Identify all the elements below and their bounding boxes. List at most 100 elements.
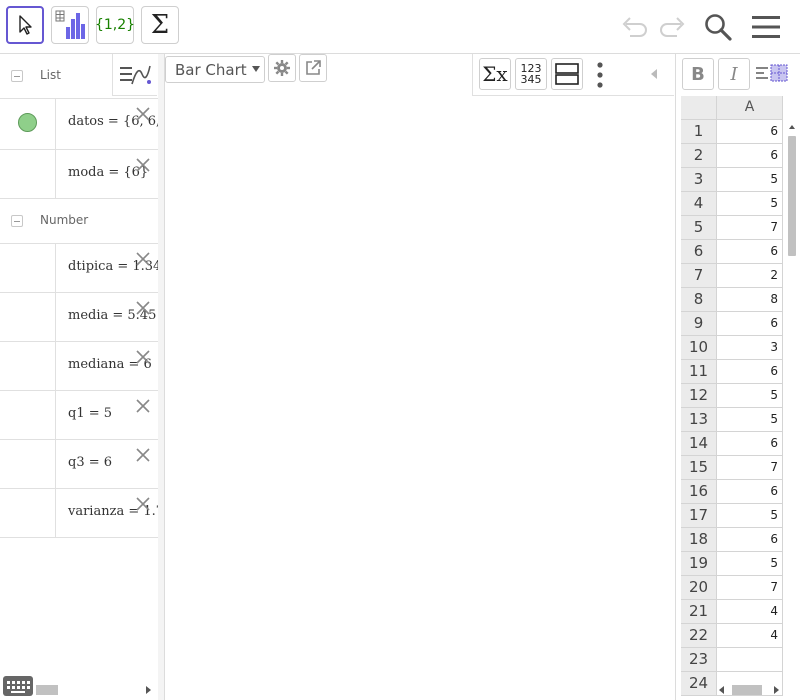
more-options-button[interactable] xyxy=(593,60,607,90)
scroll-thumb[interactable] xyxy=(788,136,796,256)
row-header[interactable]: 5 xyxy=(681,216,716,240)
spreadsheet-cell[interactable]: 6 xyxy=(716,528,783,552)
chart-type-dropdown[interactable]: Bar Chart xyxy=(165,56,265,83)
row-header[interactable]: 4 xyxy=(681,192,716,216)
spreadsheet-cell[interactable]: 6 xyxy=(716,360,783,384)
row-header[interactable]: 3 xyxy=(681,168,716,192)
algebra-row-varianza[interactable]: varianza = 1.79 xyxy=(0,489,158,538)
algebra-expression[interactable]: q3 = 6 xyxy=(68,455,112,470)
group-header-list: List xyxy=(0,54,158,99)
spreadsheet-cell[interactable]: 6 xyxy=(716,240,783,264)
spreadsheet-cell[interactable]: 5 xyxy=(716,504,783,528)
visibility-dot-icon[interactable] xyxy=(18,113,37,132)
alignment-button[interactable] xyxy=(754,60,794,90)
keyboard-icon xyxy=(7,681,30,693)
algebra-row-mediana[interactable]: mediana = 6 xyxy=(0,342,158,391)
list-tool-button[interactable]: {1,2} xyxy=(95,6,135,44)
spreadsheet-cell[interactable]: 7 xyxy=(716,576,783,600)
panel-divider[interactable] xyxy=(158,54,165,700)
spreadsheet-cell[interactable]: 2 xyxy=(716,264,783,288)
row-header[interactable]: 12 xyxy=(681,384,716,408)
spreadsheet-cell[interactable]: 5 xyxy=(716,408,783,432)
regression-tool-button[interactable] xyxy=(51,6,89,44)
algebra-horizontal-scrollbar[interactable] xyxy=(36,684,156,696)
spreadsheet-horizontal-scrollbar[interactable] xyxy=(716,684,786,696)
spreadsheet-cell[interactable]: 6 xyxy=(716,432,783,456)
row-header[interactable]: 14 xyxy=(681,432,716,456)
spreadsheet-cell[interactable]: 7 xyxy=(716,456,783,480)
show-statistics-button[interactable]: Σx xyxy=(479,58,511,90)
export-chart-button[interactable] xyxy=(299,54,327,82)
spreadsheet-cell[interactable]: 5 xyxy=(716,384,783,408)
algebra-row-dtipica[interactable]: dtipica = 1.34 xyxy=(0,244,158,293)
redo-button[interactable] xyxy=(655,10,689,44)
delete-icon[interactable] xyxy=(135,106,151,122)
row-header[interactable]: 15 xyxy=(681,456,716,480)
row-header[interactable]: 8 xyxy=(681,288,716,312)
algebra-row-media[interactable]: media = 5.45 xyxy=(0,293,158,342)
spreadsheet-cell[interactable]: 7 xyxy=(716,216,783,240)
row-header[interactable]: 10 xyxy=(681,336,716,360)
spreadsheet-cell[interactable]: 6 xyxy=(716,480,783,504)
delete-icon[interactable] xyxy=(135,157,151,173)
collapse-number-toggle[interactable] xyxy=(11,215,23,227)
delete-icon[interactable] xyxy=(135,349,151,365)
spreadsheet-cell[interactable]: 4 xyxy=(716,624,783,648)
algebra-row-datos[interactable]: datos = {6, 6, 5 xyxy=(0,99,158,150)
algebra-expression[interactable]: q1 = 5 xyxy=(68,406,112,421)
layout-toggle-button[interactable] xyxy=(551,58,583,90)
spreadsheet-vertical-scrollbar[interactable] xyxy=(787,122,797,700)
row-header[interactable]: 18 xyxy=(681,528,716,552)
row-header[interactable]: 23 xyxy=(681,648,716,672)
move-tool-button[interactable] xyxy=(6,6,44,44)
row-header[interactable]: 16 xyxy=(681,480,716,504)
row-header[interactable]: 9 xyxy=(681,312,716,336)
row-header[interactable]: 20 xyxy=(681,576,716,600)
show-data-button[interactable]: 123 345 xyxy=(515,58,547,90)
scroll-up-icon[interactable] xyxy=(787,122,797,132)
algebra-row-q3[interactable]: q3 = 6 xyxy=(0,440,158,489)
search-button[interactable] xyxy=(701,10,735,44)
data-analysis-view: Bar Chart Σx 123 345 xyxy=(165,54,674,700)
delete-icon[interactable] xyxy=(135,300,151,316)
row-header[interactable]: 24 xyxy=(681,672,716,696)
row-header[interactable]: 19 xyxy=(681,552,716,576)
sum-tool-button[interactable]: Σ xyxy=(141,6,179,44)
row-header[interactable]: 6 xyxy=(681,240,716,264)
algebra-row-moda[interactable]: moda = {6} xyxy=(0,150,158,199)
spreadsheet-cell[interactable] xyxy=(716,648,783,672)
spreadsheet-cell[interactable]: 5 xyxy=(716,192,783,216)
row-header[interactable]: 7 xyxy=(681,264,716,288)
chart-settings-button[interactable] xyxy=(268,54,296,82)
italic-button[interactable]: I xyxy=(718,58,750,90)
delete-icon[interactable] xyxy=(135,398,151,414)
delete-icon[interactable] xyxy=(135,496,151,512)
row-header[interactable]: 21 xyxy=(681,600,716,624)
collapse-style-bar-button[interactable] xyxy=(647,64,661,84)
undo-button[interactable] xyxy=(618,10,652,44)
row-header[interactable]: 17 xyxy=(681,504,716,528)
spreadsheet-cell[interactable]: 5 xyxy=(716,168,783,192)
bold-button[interactable]: B xyxy=(682,58,714,90)
row-header[interactable]: 1 xyxy=(681,120,716,144)
algebra-row-q1[interactable]: q1 = 5 xyxy=(0,391,158,440)
row-header[interactable]: 2 xyxy=(681,144,716,168)
spreadsheet-cell[interactable]: 6 xyxy=(716,312,783,336)
column-header-a[interactable]: A xyxy=(716,96,783,120)
virtual-keyboard-button[interactable] xyxy=(3,676,33,696)
spreadsheet-cell[interactable]: 6 xyxy=(716,144,783,168)
spreadsheet-cell[interactable]: 3 xyxy=(716,336,783,360)
row-header[interactable]: 11 xyxy=(681,360,716,384)
spreadsheet-row: 13 5 xyxy=(681,408,785,432)
row-header[interactable]: 22 xyxy=(681,624,716,648)
row-header[interactable]: 13 xyxy=(681,408,716,432)
spreadsheet-corner[interactable] xyxy=(681,96,716,120)
collapse-list-toggle[interactable] xyxy=(11,70,23,82)
spreadsheet-cell[interactable]: 8 xyxy=(716,288,783,312)
delete-icon[interactable] xyxy=(135,251,151,267)
main-menu-button[interactable] xyxy=(749,10,783,44)
spreadsheet-cell[interactable]: 6 xyxy=(716,120,783,144)
spreadsheet-cell[interactable]: 5 xyxy=(716,552,783,576)
spreadsheet-cell[interactable]: 4 xyxy=(716,600,783,624)
delete-icon[interactable] xyxy=(135,447,151,463)
